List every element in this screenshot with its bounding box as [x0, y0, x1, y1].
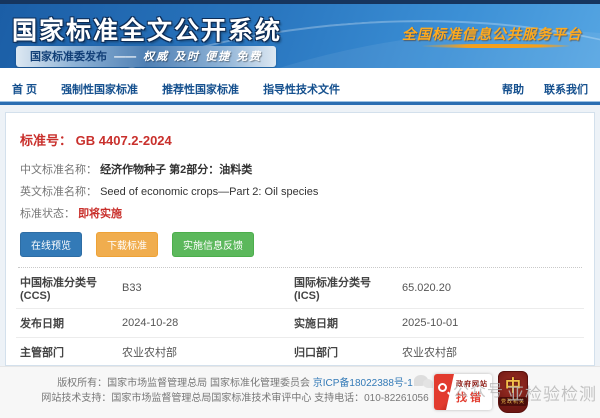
- nav-item-recommended-standards[interactable]: 推荐性国家标准: [162, 81, 239, 97]
- publisher-label: 国家标准委发布: [30, 51, 107, 63]
- competent-dept-value: 农业农村部: [118, 338, 290, 367]
- copyright-line: 版权所有：国家市场监督管理总局 国家标准化管理委员会 京ICP备18022388…: [0, 376, 470, 391]
- content-area: 标准号： GB 4407.2-2024 中文标准名称： 经济作物种子 第2部分：…: [0, 105, 600, 371]
- copyright-text: 版权所有：国家市场监督管理总局 国家标准化管理委员会: [57, 378, 310, 389]
- ics-label: 国际标准分类号 (ICS): [290, 268, 398, 309]
- main-navbar: 首 页 强制性国家标准 推荐性国家标准 指导性技术文件 帮助 联系我们: [0, 76, 600, 101]
- publish-date-value: 2024-10-28: [118, 309, 290, 338]
- table-row: 发布日期 2024-10-28 实施日期 2025-10-01: [16, 309, 584, 338]
- action-buttons-row: 在线预览 下载标准 实施信息反馈: [20, 232, 584, 257]
- platform-slogan[interactable]: 全国标准信息公共服务平台: [402, 24, 582, 44]
- en-name-label: 英文标准名称：: [20, 186, 97, 198]
- support-line: 网站技术支持：国家市场监督管理总局国家标准技术审评中心 支持电话：010-822…: [0, 391, 470, 406]
- standard-number-value: GB 4407.2-2024: [76, 133, 172, 148]
- nav-item-mandatory-standards[interactable]: 强制性国家标准: [61, 81, 138, 97]
- icp-license-link[interactable]: 京ICP备18022388号-1: [313, 378, 413, 389]
- nav-item-guiding-documents[interactable]: 指导性技术文件: [263, 81, 340, 97]
- watermark-text-1: 公众号: [453, 377, 504, 401]
- footer-text-block: 版权所有：国家市场监督管理总局 国家标准化管理委员会 京ICP备18022388…: [0, 367, 470, 406]
- en-name-value: Seed of economic crops—Part 2: Oil speci…: [100, 186, 318, 198]
- site-title: 国家标准全文公开系统: [12, 11, 282, 47]
- publish-date-label: 发布日期: [16, 309, 118, 338]
- download-standard-button[interactable]: 下载标准: [96, 232, 158, 257]
- page-footer: 版权所有：国家市场监督管理总局 国家标准化管理委员会 京ICP备18022388…: [0, 366, 600, 418]
- status-badge: 即将实施: [78, 208, 122, 220]
- table-row: 中国标准分类号 (CCS) B33 国际标准分类号 (ICS) 65.020.2…: [16, 268, 584, 309]
- nav-item-home[interactable]: 首 页: [12, 81, 37, 97]
- nav-item-help[interactable]: 帮助: [502, 81, 524, 97]
- magnifier-icon: [438, 383, 447, 392]
- ccs-value: B33: [118, 268, 290, 309]
- watermark-chat-icon: [414, 375, 428, 386]
- ccs-label: 中国标准分类号 (CCS): [16, 268, 118, 309]
- site-header: 国家标准全文公开系统 国家标准委发布 —— 权威 及时 便捷 免费 全国标准信息…: [0, 4, 600, 68]
- table-row: 主管部门 农业农村部 归口部门 农业农村部: [16, 338, 584, 367]
- cn-name-label: 中文标准名称：: [20, 164, 97, 176]
- nav-right-group: 帮助 联系我们: [502, 81, 588, 97]
- implement-date-label: 实施日期: [290, 309, 398, 338]
- nav-item-contact[interactable]: 联系我们: [544, 81, 588, 97]
- standard-number-label: 标准号：: [20, 133, 72, 148]
- centralized-dept-value: 农业农村部: [398, 338, 584, 367]
- publisher-slogan: 权威 及时 便捷 免费: [143, 51, 262, 63]
- implementation-feedback-button[interactable]: 实施信息反馈: [172, 232, 254, 257]
- competent-dept-label: 主管部门: [16, 338, 118, 367]
- status-label: 标准状态：: [20, 208, 75, 220]
- en-name-row: 英文标准名称： Seed of economic crops—Part 2: O…: [20, 183, 584, 199]
- nav-left-group: 首 页 强制性国家标准 推荐性国家标准 指导性技术文件: [12, 81, 340, 97]
- publisher-banner: 国家标准委发布 —— 权威 及时 便捷 免费: [16, 46, 276, 67]
- standard-detail-card: 标准号： GB 4407.2-2024 中文标准名称： 经济作物种子 第2部分：…: [5, 112, 595, 366]
- cn-name-row: 中文标准名称： 经济作物种子 第2部分：油料类: [20, 161, 584, 177]
- status-row: 标准状态： 即将实施: [20, 205, 584, 221]
- find-error-flag: [434, 374, 454, 410]
- implement-date-value: 2025-10-01: [398, 309, 584, 338]
- online-preview-button[interactable]: 在线预览: [20, 232, 82, 257]
- watermark-text-2: 亚检验检测: [507, 380, 597, 405]
- standard-number-row: 标准号： GB 4407.2-2024: [20, 130, 584, 149]
- cn-name-value: 经济作物种子 第2部分：油料类: [100, 164, 252, 176]
- publisher-dash: ——: [114, 51, 136, 63]
- centralized-dept-label: 归口部门: [290, 338, 398, 367]
- ics-value: 65.020.20: [398, 268, 584, 309]
